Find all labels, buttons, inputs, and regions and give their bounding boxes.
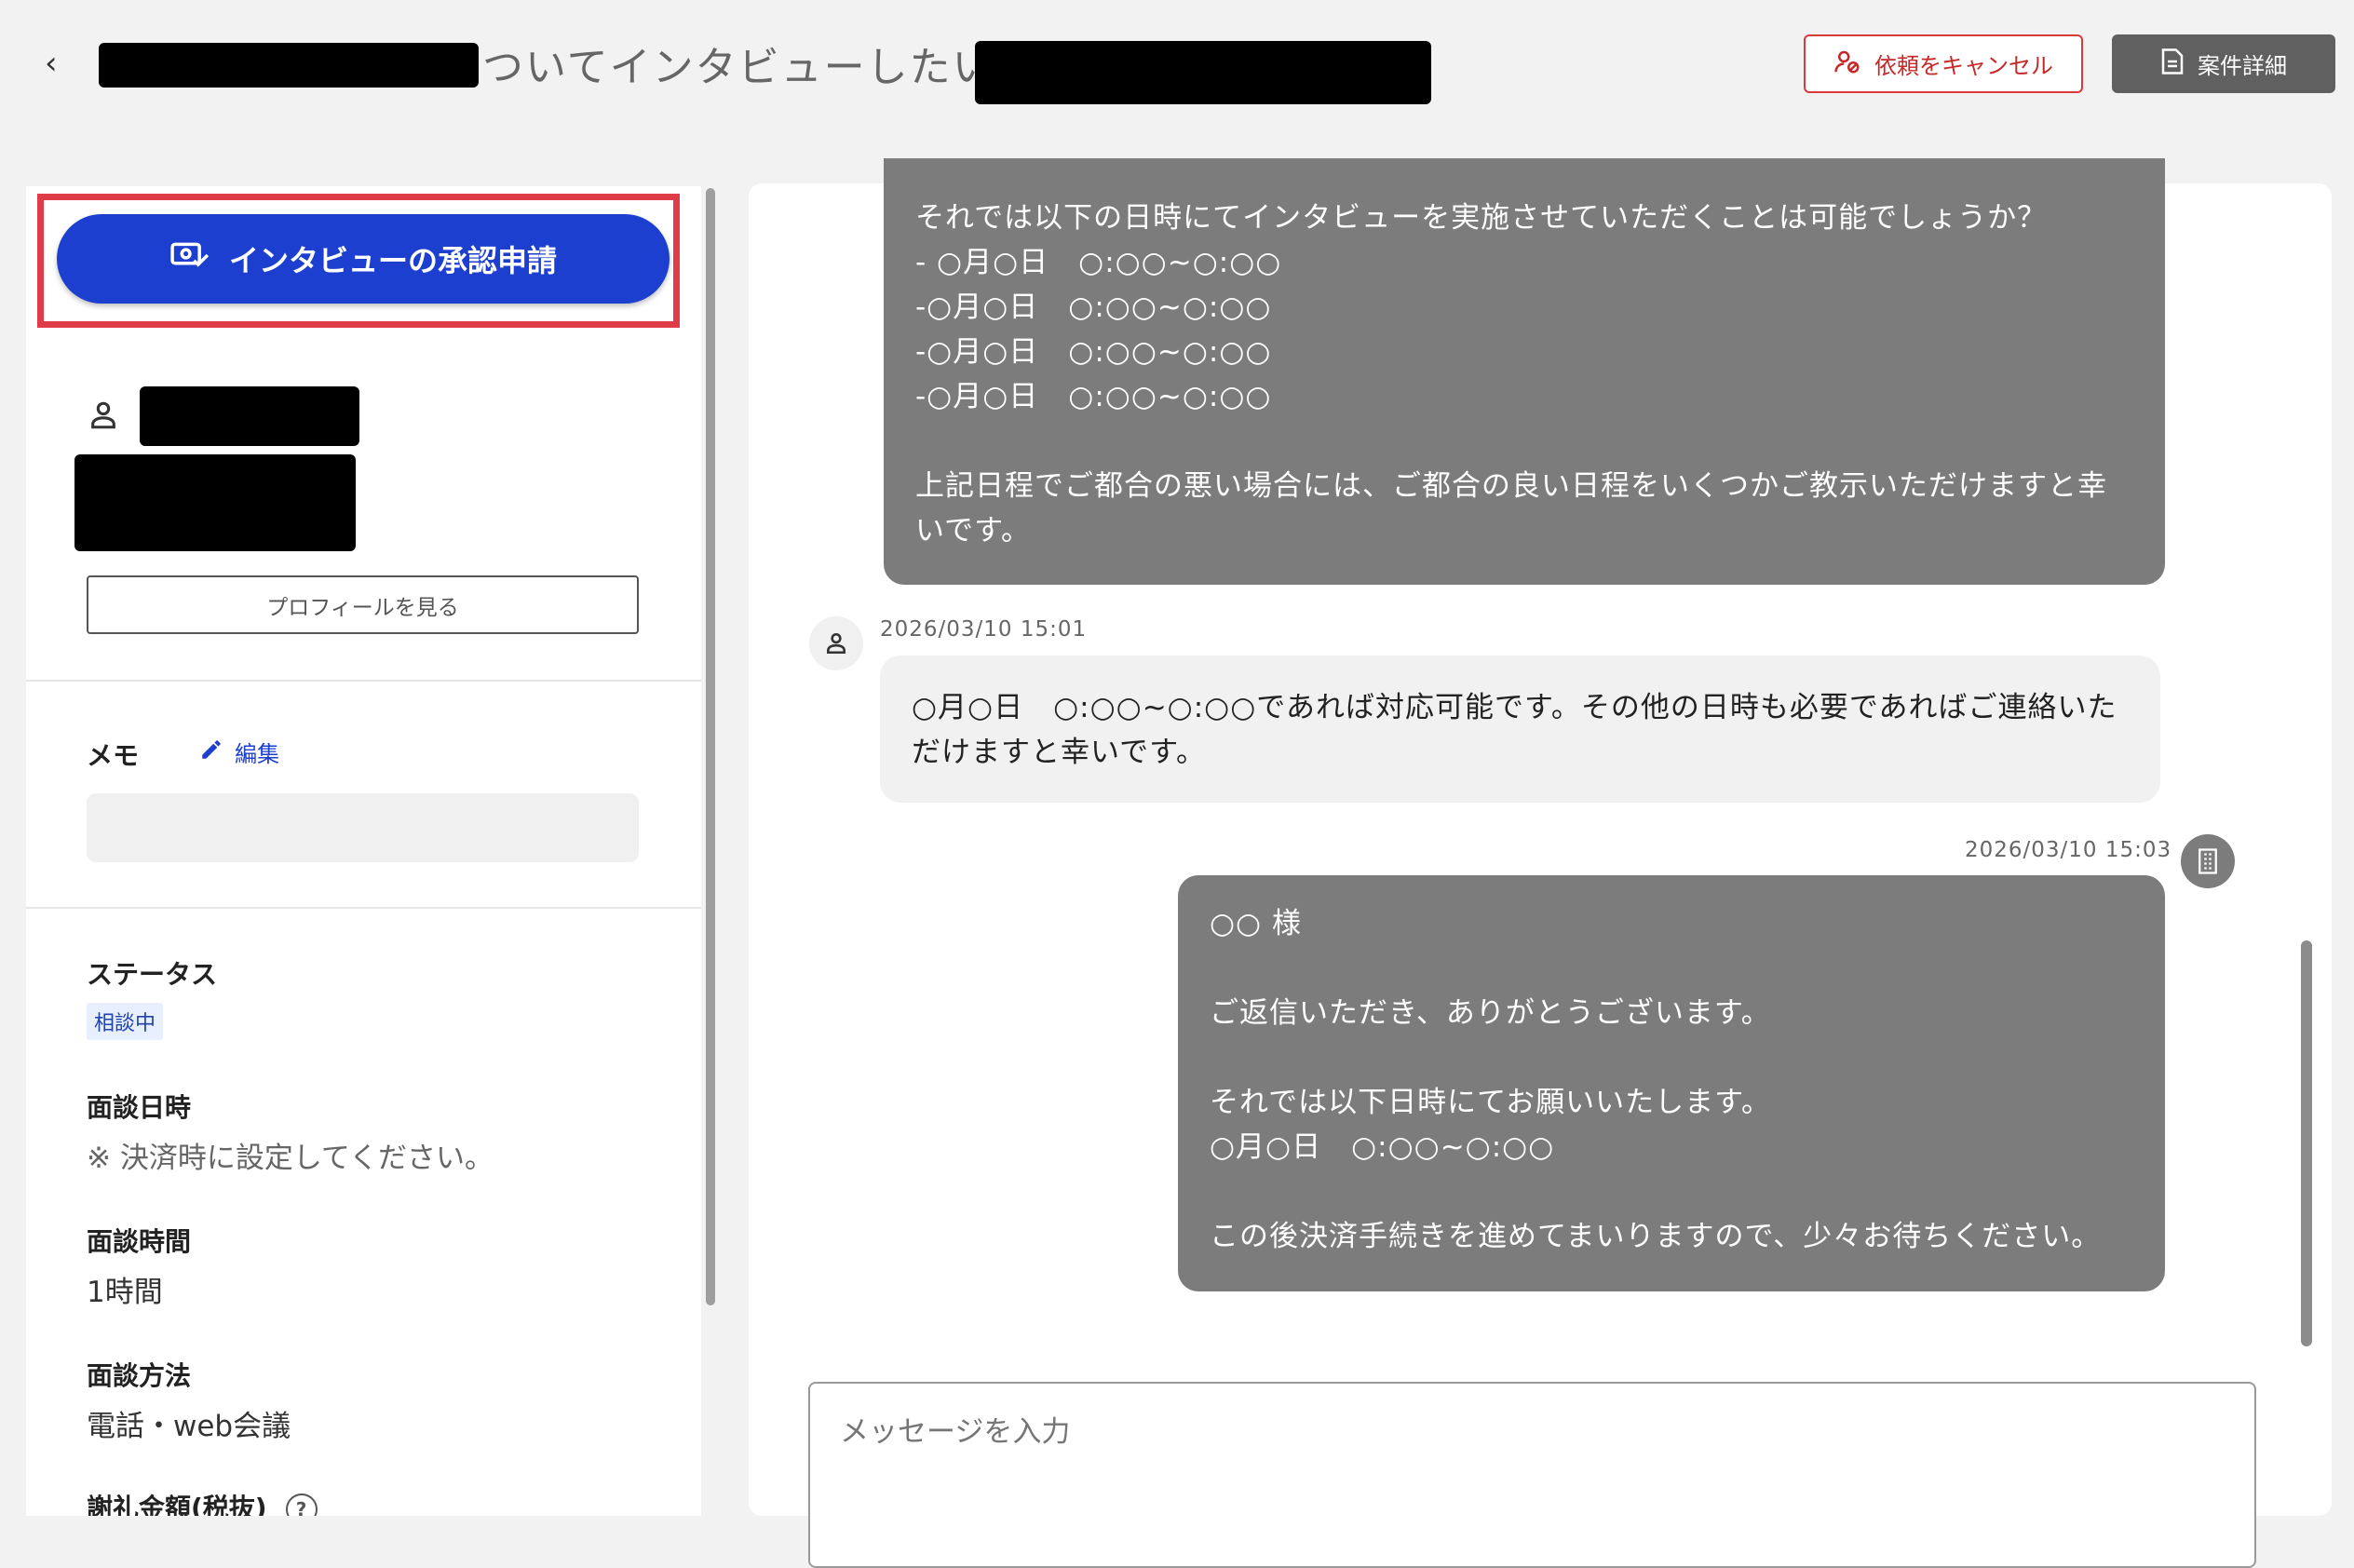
divider bbox=[26, 907, 701, 909]
fee-label: 謝礼金額(税抜) bbox=[87, 1493, 267, 1516]
interview-method-label: 面談方法 bbox=[87, 1360, 192, 1391]
pencil-icon bbox=[199, 737, 223, 767]
view-profile-button[interactable]: プロフィールを見る bbox=[87, 575, 639, 634]
redacted-user-company bbox=[74, 454, 356, 551]
interview-method-value: 電話・web会議 bbox=[87, 1410, 291, 1443]
back-chevron-icon[interactable]: ‹ bbox=[45, 45, 71, 82]
divider bbox=[26, 680, 701, 682]
interview-duration-value: 1時間 bbox=[87, 1276, 163, 1309]
memo-edit-label: 編集 bbox=[235, 741, 279, 767]
person-icon bbox=[88, 399, 119, 436]
memo-edit-button[interactable]: 編集 bbox=[199, 736, 279, 768]
message-bubble: それでは以下の日時にてインタビューを実施させていただくことは可能でしょうか？ -… bbox=[884, 158, 2165, 585]
expert-avatar bbox=[809, 616, 863, 670]
message-timestamp: 2026/03/10 15:03 bbox=[1965, 838, 2172, 862]
redacted-title-company bbox=[975, 41, 1431, 104]
page-title: ついてインタビューしたい / bbox=[482, 44, 1026, 91]
message-bubble: ○○ 様 ご返信いただき、ありがとうございます。 それでは以下日時にてお願いいた… bbox=[1178, 875, 2165, 1291]
person-remove-icon bbox=[1833, 47, 1861, 81]
sidebar-panel: インタビューの承認申請 プロフィールを見る メモ 編集 ステータス 相談中 面談… bbox=[26, 186, 701, 1516]
building-icon bbox=[2181, 834, 2235, 888]
interview-duration-label: 面談時間 bbox=[87, 1226, 192, 1257]
fee-label-row: 謝礼金額(税抜)? bbox=[87, 1488, 318, 1516]
project-detail-button[interactable]: 案件詳細 bbox=[2112, 34, 2335, 93]
chat-scrollbar[interactable] bbox=[2301, 940, 2312, 1346]
interview-approval-label: インタビューの承認申請 bbox=[228, 243, 557, 278]
document-icon bbox=[2160, 47, 2185, 81]
interview-date-label: 面談日時 bbox=[87, 1092, 192, 1123]
redacted-title-part bbox=[99, 43, 479, 88]
help-icon[interactable]: ? bbox=[285, 1494, 318, 1516]
message-timestamp: 2026/03/10 15:01 bbox=[880, 617, 1088, 642]
message-bubble: ○月○日 ○:○○~○:○○であれば対応可能です。その他の日時も必要であればご連… bbox=[880, 656, 2160, 803]
redacted-user-name bbox=[140, 386, 359, 446]
interview-approval-button[interactable]: インタビューの承認申請 bbox=[57, 214, 670, 304]
cancel-request-label: 依頼をキャンセル bbox=[1874, 53, 2053, 79]
approval-icon bbox=[169, 240, 210, 277]
memo-label: メモ bbox=[87, 740, 140, 771]
memo-box[interactable] bbox=[87, 793, 639, 862]
sidebar-scrollbar[interactable] bbox=[706, 188, 715, 1305]
project-detail-label: 案件詳細 bbox=[2198, 53, 2287, 79]
interview-date-value: ※ 決済時に設定してください。 bbox=[87, 1142, 494, 1175]
status-label: ステータス bbox=[87, 959, 218, 990]
cancel-request-button[interactable]: 依頼をキャンセル bbox=[1804, 34, 2083, 93]
status-badge: 相談中 bbox=[87, 1003, 164, 1040]
message-input[interactable] bbox=[808, 1382, 2256, 1568]
